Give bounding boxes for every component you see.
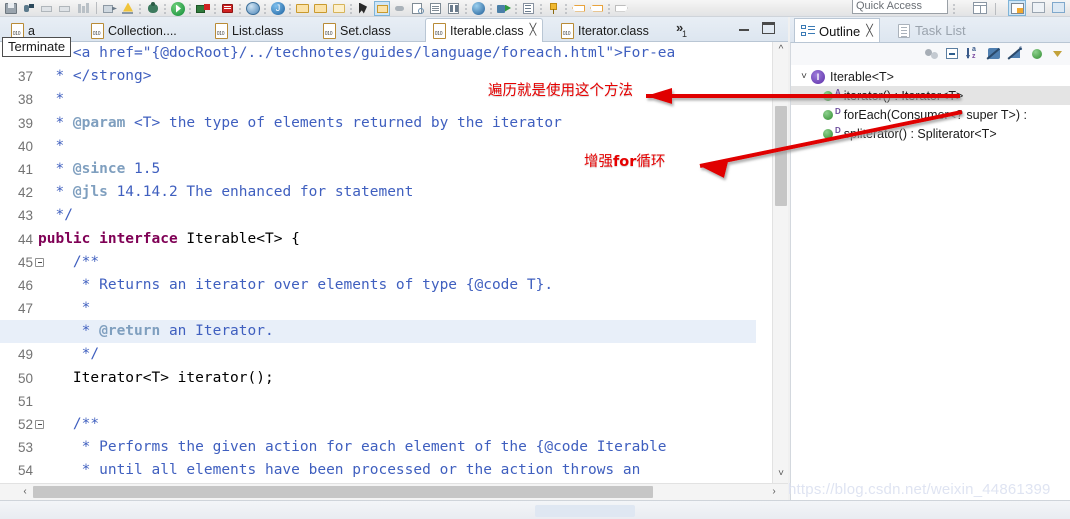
arrow-to-foreach [699, 110, 963, 178]
annotation-enhanced-for-part2: 循环 [636, 154, 666, 170]
terminate-tooltip: Terminate [2, 37, 72, 57]
arrow-to-iterator [646, 88, 960, 104]
eclipse-window: J Quick Access 010 a 010 Collection.... … [0, 0, 1070, 519]
annotation-arrows [646, 88, 963, 178]
annotation-traverse-method: 遍历就是使用这个方法 [488, 83, 633, 99]
annotation-enhanced-for-part1: 增强 [584, 154, 613, 170]
annotation-enhanced-for-keyword: for [613, 154, 637, 170]
annotation-enhanced-for: 增强for循环 [584, 150, 665, 171]
